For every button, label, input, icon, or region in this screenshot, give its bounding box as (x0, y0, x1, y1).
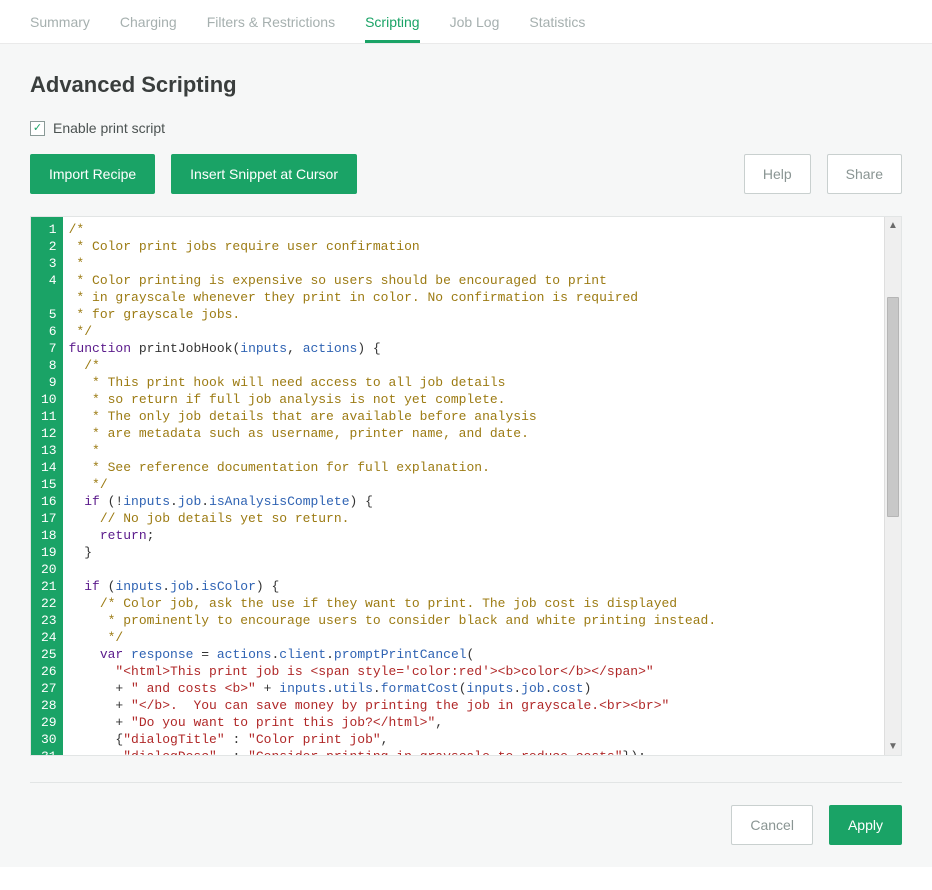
share-button[interactable]: Share (827, 154, 902, 194)
apply-button[interactable]: Apply (829, 805, 902, 845)
cancel-button[interactable]: Cancel (731, 805, 813, 845)
scroll-up-button[interactable]: ▲ (885, 217, 901, 234)
editor-scrollbar[interactable]: ▲ ▼ (884, 217, 901, 755)
tab-filters-restrictions[interactable]: Filters & Restrictions (207, 0, 335, 43)
footer-actions: Cancel Apply (30, 782, 902, 845)
tab-job-log[interactable]: Job Log (450, 0, 500, 43)
page-title: Advanced Scripting (30, 72, 902, 98)
tab-charging[interactable]: Charging (120, 0, 177, 43)
tab-summary[interactable]: Summary (30, 0, 90, 43)
tab-bar: Summary Charging Filters & Restrictions … (0, 0, 932, 44)
toolbar: Import Recipe Insert Snippet at Cursor H… (30, 154, 902, 194)
enable-script-label: Enable print script (53, 120, 165, 136)
editor-gutter: 1 2 3 4 5 6 7 8 9 10 11 12 13 14 15 16 1… (31, 217, 63, 755)
insert-snippet-button[interactable]: Insert Snippet at Cursor (171, 154, 357, 194)
help-button[interactable]: Help (744, 154, 811, 194)
scroll-down-button[interactable]: ▼ (885, 738, 901, 755)
checkmark-icon: ✓ (33, 123, 42, 134)
code-editor[interactable]: 1 2 3 4 5 6 7 8 9 10 11 12 13 14 15 16 1… (30, 216, 902, 756)
import-recipe-button[interactable]: Import Recipe (30, 154, 155, 194)
enable-script-checkbox[interactable]: ✓ (30, 121, 45, 136)
editor-code-area[interactable]: /* * Color print jobs require user confi… (63, 217, 884, 755)
enable-script-row: ✓ Enable print script (30, 120, 902, 136)
tab-scripting[interactable]: Scripting (365, 0, 419, 43)
page-content: Advanced Scripting ✓ Enable print script… (0, 44, 932, 867)
toolbar-spacer (373, 154, 728, 194)
tab-statistics[interactable]: Statistics (529, 0, 585, 43)
scroll-thumb[interactable] (887, 297, 899, 517)
